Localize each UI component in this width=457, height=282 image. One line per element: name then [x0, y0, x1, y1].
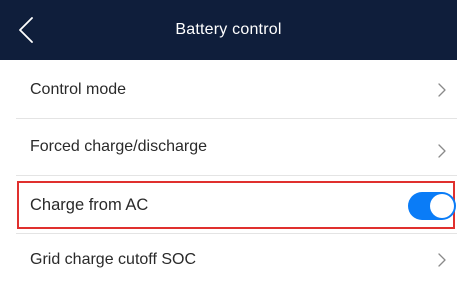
page-title: Battery control — [175, 21, 282, 38]
row-control-mode[interactable]: Control mode — [0, 62, 457, 118]
divider — [16, 175, 457, 176]
row-grid-charge-cutoff-soc[interactable]: Grid charge cutoff SOC — [0, 234, 457, 282]
row-label: Control mode — [30, 81, 127, 98]
row-forced-charge-discharge[interactable]: Forced charge/discharge — [0, 119, 457, 175]
row-label: Forced charge/discharge — [30, 138, 207, 155]
chevron-right-icon — [435, 251, 449, 269]
battery-control-screen: Battery control Control mode Forced char… — [0, 0, 457, 282]
row-label: Grid charge cutoff SOC — [30, 251, 196, 268]
charge-from-ac-toggle[interactable] — [408, 192, 456, 220]
row-charge-from-ac: Charge from AC — [0, 179, 457, 231]
row-label: Charge from AC — [30, 195, 149, 214]
chevron-right-icon — [435, 81, 449, 99]
chevron-left-icon — [19, 17, 33, 43]
chevron-right-icon — [435, 142, 449, 160]
header-bar: Battery control — [0, 0, 457, 60]
toggle-knob — [430, 194, 454, 218]
back-button[interactable] — [6, 10, 46, 50]
